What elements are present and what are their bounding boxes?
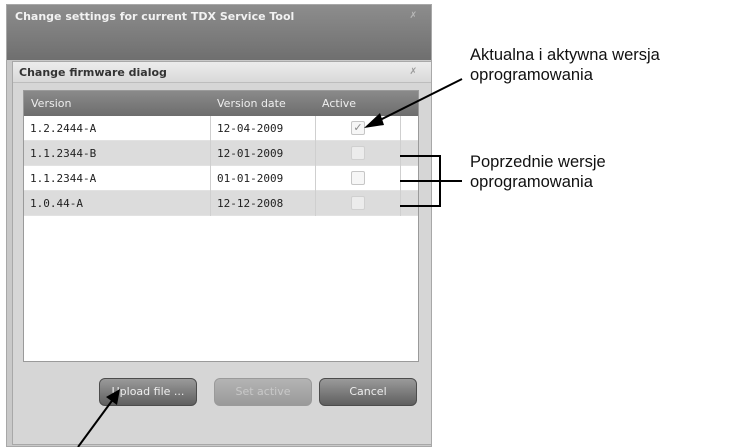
upload-pointer-arrowhead [106, 389, 120, 405]
active-pointer-line [371, 78, 463, 125]
active-callout-line1: Aktualna i aktywna wersja [470, 46, 660, 64]
previous-versions-callout: Poprzednie wersje oprogramowania [470, 152, 606, 192]
active-version-callout: Aktualna i aktywna wersja oprogramowania [470, 45, 660, 85]
previous-callout-line1: Poprzednie wersje [470, 153, 606, 171]
active-callout-line2: oprogramowania [470, 66, 593, 84]
active-pointer-arrowhead [364, 113, 384, 128]
previous-callout-line2: oprogramowania [470, 173, 593, 191]
upload-pointer-line [77, 397, 115, 447]
